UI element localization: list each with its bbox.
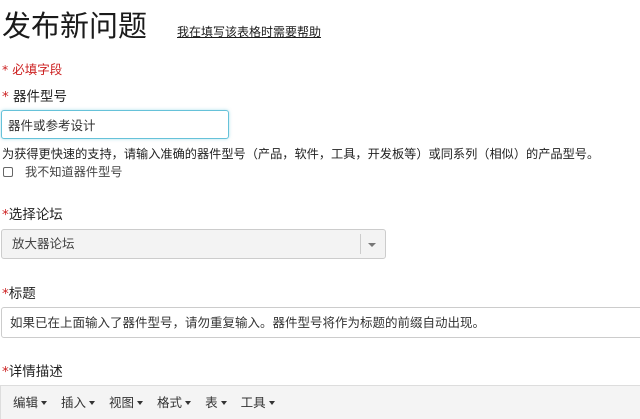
caret-down-icon <box>220 400 227 405</box>
unknown-part-row: 我不知道器件型号 <box>2 164 123 180</box>
required-star: * <box>2 207 9 223</box>
menu-format[interactable]: 格式 <box>157 394 192 411</box>
caret-down-icon <box>185 400 192 405</box>
title-label: *标题 <box>2 285 36 303</box>
required-star: * <box>2 89 14 105</box>
menu-view[interactable]: 视图 <box>109 394 144 411</box>
menu-edit-label: 编辑 <box>13 394 39 410</box>
caret-down-icon <box>268 400 275 405</box>
title-input[interactable] <box>1 307 640 338</box>
unknown-part-checkbox-label[interactable]: 我不知道器件型号 <box>25 164 123 180</box>
menu-table[interactable]: 表 <box>205 395 227 411</box>
help-link[interactable]: 我在填写该表格时需要帮助 <box>177 24 321 40</box>
forum-select-value: 放大器论坛 <box>12 236 75 251</box>
chevron-down-icon[interactable] <box>368 243 376 247</box>
menu-edit[interactable]: 编辑 <box>13 394 48 411</box>
page-title: 发布新问题 <box>2 9 148 43</box>
forum-select[interactable]: 放大器论坛 <box>1 229 386 259</box>
menu-format-label: 格式 <box>157 394 183 410</box>
part-number-label-text: 器件型号 <box>13 89 68 105</box>
caret-down-icon <box>89 400 96 405</box>
part-number-input[interactable] <box>1 110 229 139</box>
required-fields-note: * 必填字段 <box>2 62 63 77</box>
menu-tools-label: 工具 <box>240 394 266 410</box>
menu-insert[interactable]: 插入 <box>61 394 96 411</box>
required-star: * <box>2 286 9 302</box>
menu-tools[interactable]: 工具 <box>241 395 275 411</box>
required-star: * <box>2 364 9 380</box>
forum-label: *选择论坛 <box>2 206 63 224</box>
menu-insert-label: 插入 <box>61 394 87 410</box>
menu-view-label: 视图 <box>109 394 135 410</box>
caret-down-icon <box>137 400 144 405</box>
caret-down-icon <box>41 400 48 405</box>
part-number-label: * 器件型号 <box>2 88 67 106</box>
title-label-text: 标题 <box>8 286 36 302</box>
editor-menubar: 编辑 插入 视图 格式 表 工具 <box>0 385 640 419</box>
unknown-part-checkbox[interactable] <box>3 167 13 177</box>
forum-label-text: 选择论坛 <box>8 207 63 223</box>
details-label-text: 详情描述 <box>8 364 63 380</box>
details-label: *详情描述 <box>2 363 63 381</box>
menu-table-label: 表 <box>205 394 218 410</box>
part-number-help-text: 为获得更快速的支持，请输入准确的器件型号（产品，软件，工具，开发板等）或同系列（… <box>2 147 600 161</box>
select-divider <box>360 234 361 254</box>
